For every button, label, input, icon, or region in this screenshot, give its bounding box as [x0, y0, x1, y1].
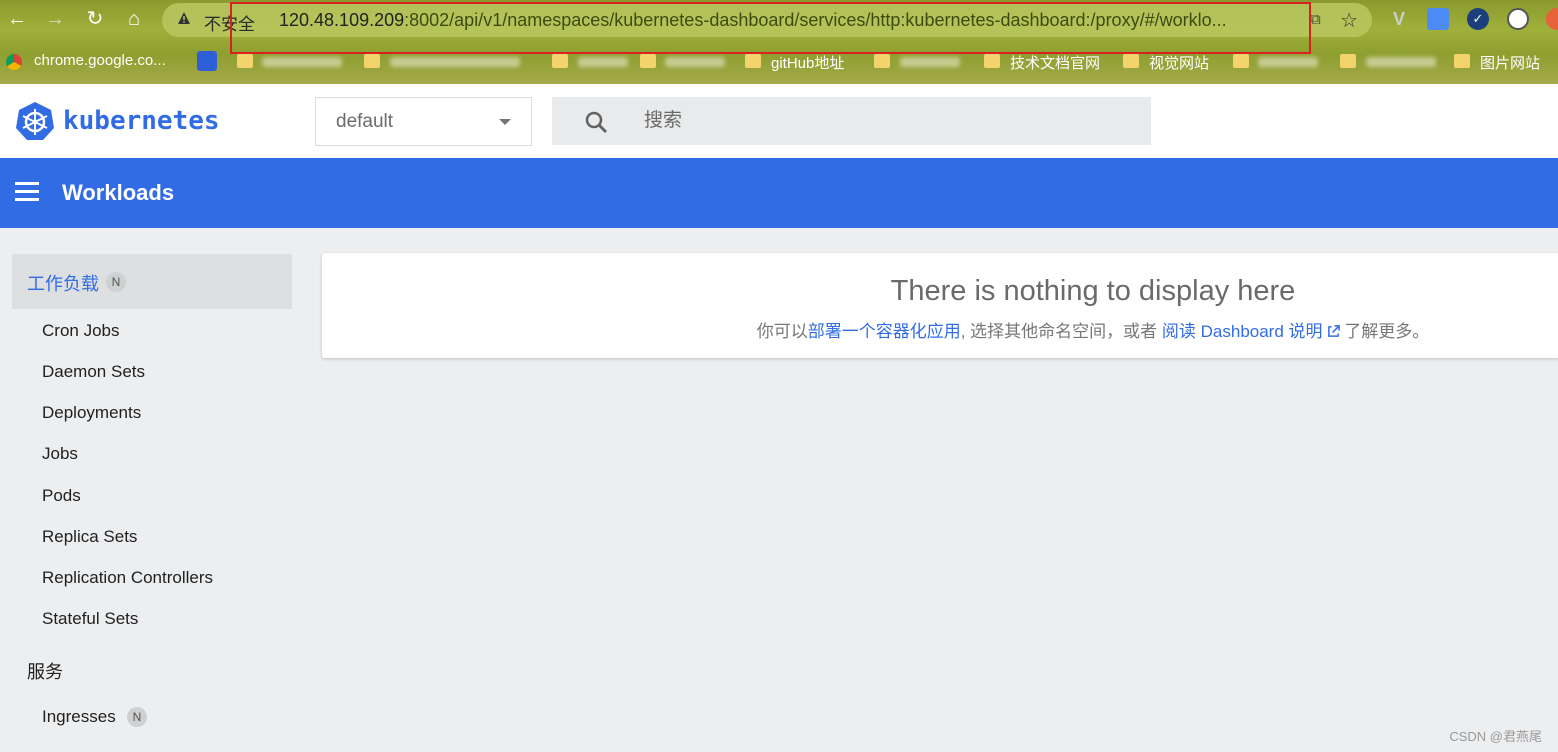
namespace-select[interactable]: default — [315, 97, 532, 146]
sidebar-item-workloads[interactable]: 工作负载 N — [12, 254, 292, 309]
sidebar: 工作负载 N Cron Jobs Daemon Sets Deployments… — [0, 228, 305, 752]
folder-icon — [552, 54, 568, 68]
reload-button[interactable]: ↻ — [82, 6, 108, 32]
folder-icon — [984, 54, 1000, 68]
folder-icon — [1123, 54, 1139, 68]
bookmark-blurred[interactable] — [390, 57, 520, 67]
sidebar-item-label: 工作负载 — [27, 274, 99, 294]
chrome-icon — [6, 54, 22, 70]
bookmark-github[interactable]: gitHub地址 — [771, 52, 844, 73]
sidebar-item-ingresses[interactable]: Ingresses — [42, 707, 116, 727]
sidebar-section-services[interactable]: 服务 — [27, 658, 63, 684]
folder-icon — [1340, 54, 1356, 68]
brand-name[interactable]: kubernetes — [63, 106, 220, 136]
docs-link[interactable]: 阅读 Dashboard 说明 — [1162, 322, 1340, 341]
bookmark-blurred[interactable] — [1366, 57, 1436, 67]
namespaced-badge: N — [127, 707, 147, 727]
namespaced-badge: N — [106, 272, 126, 292]
sidebar-item-deployments[interactable]: Deployments — [42, 403, 141, 423]
bookmark-image-sites[interactable]: 图片网站 — [1480, 52, 1540, 73]
namespace-value: default — [336, 111, 394, 132]
sidebar-item-replica-sets[interactable]: Replica Sets — [42, 527, 137, 547]
docs-link-label: 阅读 Dashboard 说明 — [1161, 322, 1323, 341]
vue-extension-icon[interactable]: V — [1388, 8, 1410, 30]
folder-icon — [745, 54, 761, 68]
message-prefix: 你可以 — [756, 322, 808, 341]
folder-icon — [364, 54, 380, 68]
home-button[interactable]: ⌂ — [121, 6, 147, 32]
sidebar-item-stateful-sets[interactable]: Stateful Sets — [42, 609, 138, 629]
folder-icon — [237, 54, 253, 68]
bookmark-blurred[interactable] — [1258, 57, 1318, 67]
search-input[interactable] — [644, 97, 1124, 145]
folder-icon — [1233, 54, 1249, 68]
bookmark-blurred[interactable] — [578, 57, 628, 67]
folder-icon — [1454, 54, 1470, 68]
warning-icon — [178, 12, 190, 24]
share-icon[interactable]: ⧉ — [1310, 11, 1328, 29]
chevron-down-icon — [499, 119, 511, 125]
folder-icon — [640, 54, 656, 68]
forward-button[interactable]: → — [42, 6, 68, 32]
bookmark-chrome[interactable]: chrome.google.co... — [34, 52, 166, 69]
search-icon — [585, 111, 607, 133]
empty-state-message: 你可以部署一个容器化应用, 选择其他命名空间，或者 阅读 Dashboard 说… — [322, 317, 1558, 342]
sidebar-item-cron-jobs[interactable]: Cron Jobs — [42, 321, 119, 341]
bookmark-star-icon[interactable]: ☆ — [1340, 8, 1358, 33]
check-extension-icon[interactable]: ✓ — [1467, 8, 1489, 30]
bookmark-blurred[interactable] — [262, 57, 342, 67]
open-in-new-icon — [1327, 325, 1340, 337]
sidebar-item-daemon-sets[interactable]: Daemon Sets — [42, 362, 145, 382]
empty-state-title: There is nothing to display here — [890, 275, 1296, 307]
baidu-icon[interactable] — [197, 51, 217, 71]
browser-chrome: ← → ↻ ⌂ 不安全 120.48.109.209:8002/api/v1/n… — [0, 0, 1558, 84]
watermark: CSDN @君燕尾 — [1449, 729, 1542, 744]
folder-icon — [874, 54, 890, 68]
extension-icon[interactable] — [1546, 8, 1558, 30]
menu-icon[interactable] — [15, 182, 39, 204]
bookmark-tech-docs[interactable]: 技术文档官网 — [1010, 52, 1100, 73]
bookmarks-bar: chrome.google.co... gitHub地址 技术文档官网 视觉网站… — [0, 44, 1558, 78]
bookmark-visual-sites[interactable]: 视觉网站 — [1149, 52, 1209, 73]
back-button[interactable]: ← — [4, 6, 30, 32]
lightbulb-extension-icon[interactable] — [1507, 8, 1529, 30]
app-header: kubernetes default — [0, 84, 1558, 158]
toolbar: Workloads — [0, 158, 1558, 228]
deploy-app-link[interactable]: 部署一个容器化应用 — [808, 322, 961, 341]
kubernetes-logo-icon[interactable] — [15, 101, 55, 141]
empty-state-card: There is nothing to display here 你可以部署一个… — [322, 253, 1558, 358]
sidebar-item-pods[interactable]: Pods — [42, 486, 81, 506]
sidebar-item-replication-controllers[interactable]: Replication Controllers — [42, 568, 213, 588]
sidebar-item-jobs[interactable]: Jobs — [42, 444, 78, 464]
page-title: Workloads — [62, 180, 175, 205]
bookmark-blurred[interactable] — [665, 57, 725, 67]
translate-extension-icon[interactable] — [1427, 8, 1449, 30]
bookmark-blurred[interactable] — [900, 57, 960, 67]
message-middle: , 选择其他命名空间，或者 — [960, 322, 1162, 341]
message-suffix: 了解更多。 — [1339, 322, 1430, 341]
search-box[interactable] — [552, 97, 1151, 145]
